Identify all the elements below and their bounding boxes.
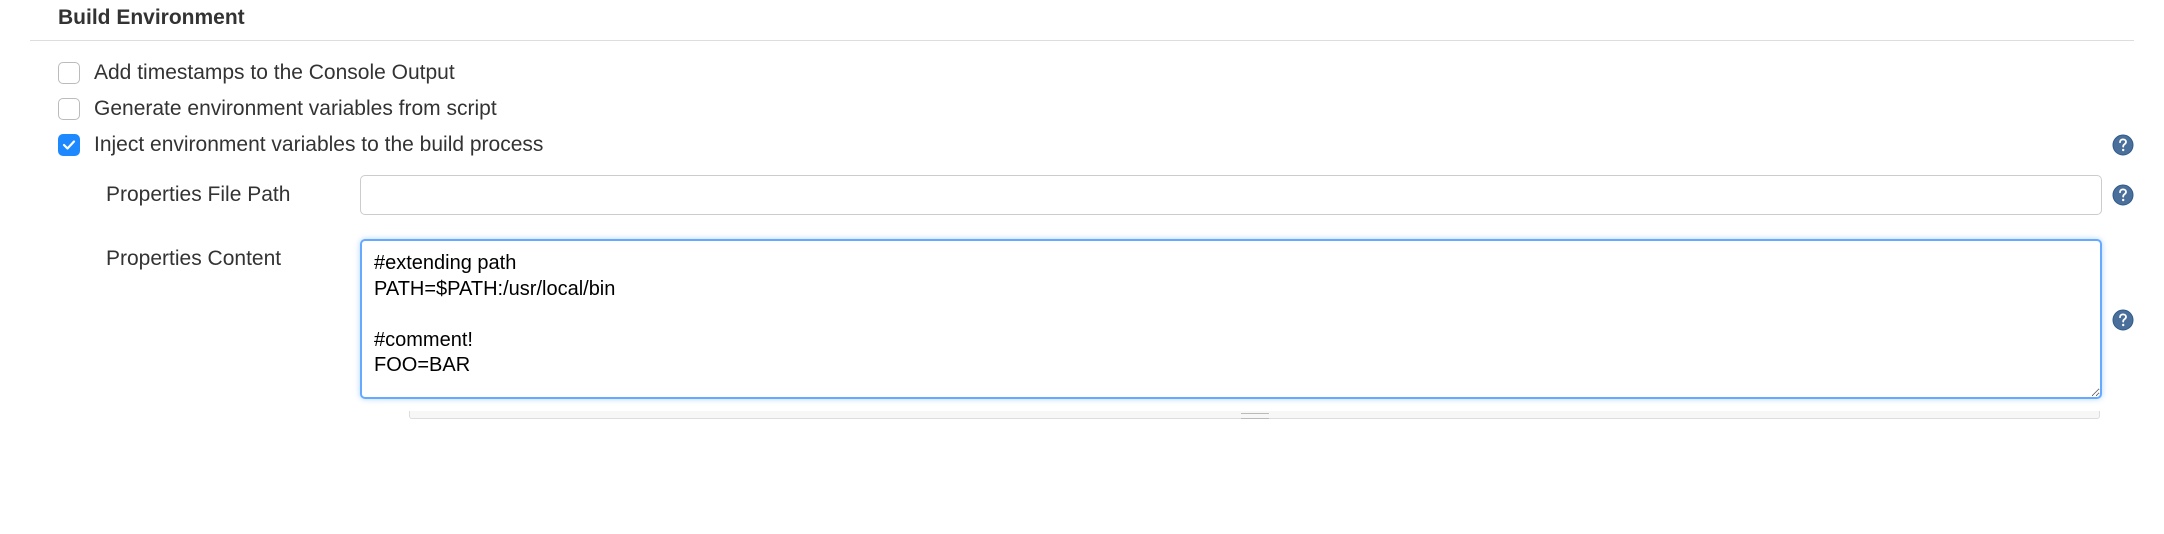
field-row-properties-content: Properties Content <box>106 227 2134 411</box>
option-row-inject-env: Inject environment variables to the buil… <box>30 127 2134 163</box>
help-icon[interactable] <box>2112 184 2134 206</box>
textarea-properties-content[interactable] <box>360 239 2102 399</box>
option-row-timestamps: Add timestamps to the Console Output <box>30 55 2134 91</box>
label-properties-content: Properties Content <box>106 239 336 271</box>
help-icon[interactable] <box>2112 309 2134 331</box>
section-title: Build Environment <box>30 6 2134 41</box>
checkbox-inject-env[interactable] <box>58 134 80 156</box>
option-row-generate-env: Generate environment variables from scri… <box>30 91 2134 127</box>
field-row-properties-file-path: Properties File Path <box>106 163 2134 227</box>
inject-env-sub-section: Properties File Path Properties Content <box>30 163 2134 419</box>
drag-handle-bar[interactable] <box>409 411 2100 419</box>
checkbox-label-timestamps: Add timestamps to the Console Output <box>94 61 455 85</box>
label-properties-file-path: Properties File Path <box>106 175 336 207</box>
checkbox-generate-env[interactable] <box>58 98 80 120</box>
checkbox-label-generate-env: Generate environment variables from scri… <box>94 97 497 121</box>
checkbox-timestamps[interactable] <box>58 62 80 84</box>
input-properties-file-path[interactable] <box>360 175 2102 215</box>
help-icon[interactable] <box>2112 134 2134 156</box>
checkbox-label-inject-env: Inject environment variables to the buil… <box>94 133 543 157</box>
